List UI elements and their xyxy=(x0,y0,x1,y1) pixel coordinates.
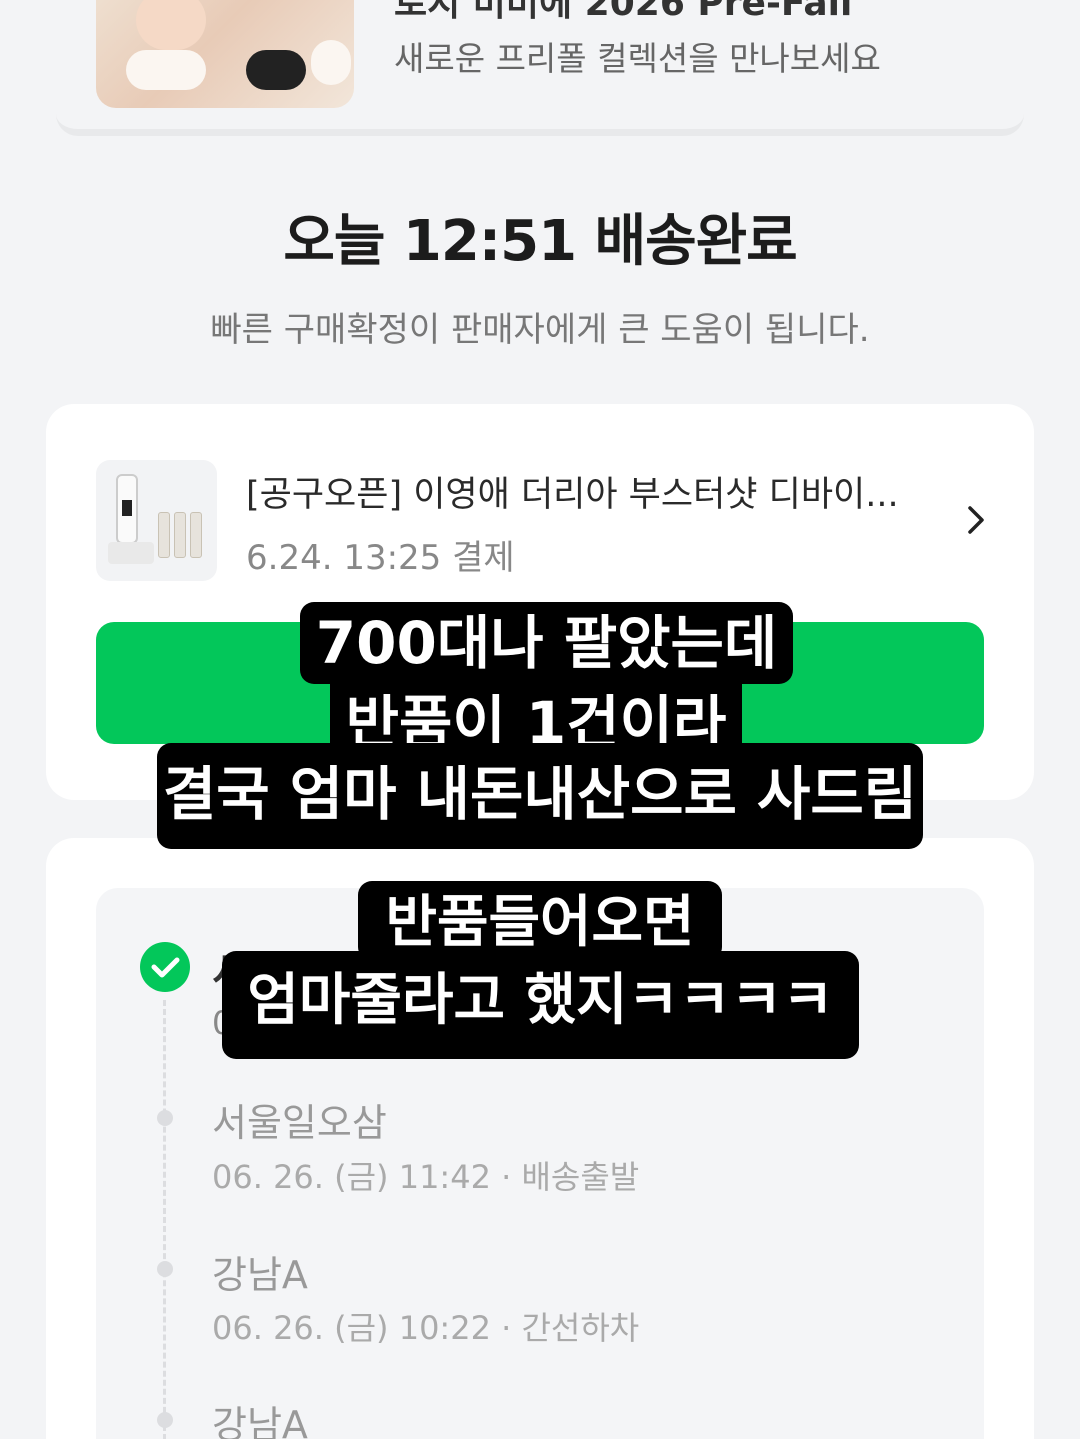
delivery-status-subtitle: 빠른 구매확정이 판매자에게 큰 도움이 됩니다. xyxy=(210,310,870,350)
caption-line-3: 결국 엄마 내돈내산으로 사드림 xyxy=(157,743,923,849)
caption-line-4: 반품들어오면 xyxy=(358,881,722,961)
chevron-right-icon[interactable] xyxy=(958,502,994,538)
timeline-line xyxy=(163,1000,166,1439)
caption-line-1: 700대나 팔았는데 xyxy=(300,602,793,684)
delivery-status-title: 오늘 12:51 배송완료 xyxy=(283,209,797,274)
timeline-dot xyxy=(157,1261,173,1277)
step-location: 서울일오삼 xyxy=(212,1101,387,1145)
caption-line-5: 엄마줄라고 했지ㅋㅋㅋㅋ xyxy=(222,951,859,1059)
step-meta: 06. 26. (금) 10:22 · 간선하차 xyxy=(212,1309,640,1347)
timeline-dot xyxy=(157,1110,173,1126)
step-meta: 06. 26. (금) 11:42 · 배송출발 xyxy=(212,1158,640,1196)
promo-banner-title: 로지 미미에 2026 Pre-Fall xyxy=(394,0,853,24)
product-name[interactable]: [공구오픈] 이영애 더리아 부스터샷 디바이... xyxy=(246,466,946,517)
check-icon xyxy=(140,942,190,992)
step-location: 강남A xyxy=(212,1253,308,1297)
product-thumbnail[interactable] xyxy=(96,460,217,581)
promo-banner-image xyxy=(96,0,354,108)
timeline-dot xyxy=(157,1412,173,1428)
payment-date: 6.24. 13:25 결제 xyxy=(246,538,515,578)
promo-banner-subtitle: 새로운 프리폴 컬렉션을 만나보세요 xyxy=(394,39,881,78)
step-location: 강남A xyxy=(212,1403,308,1439)
